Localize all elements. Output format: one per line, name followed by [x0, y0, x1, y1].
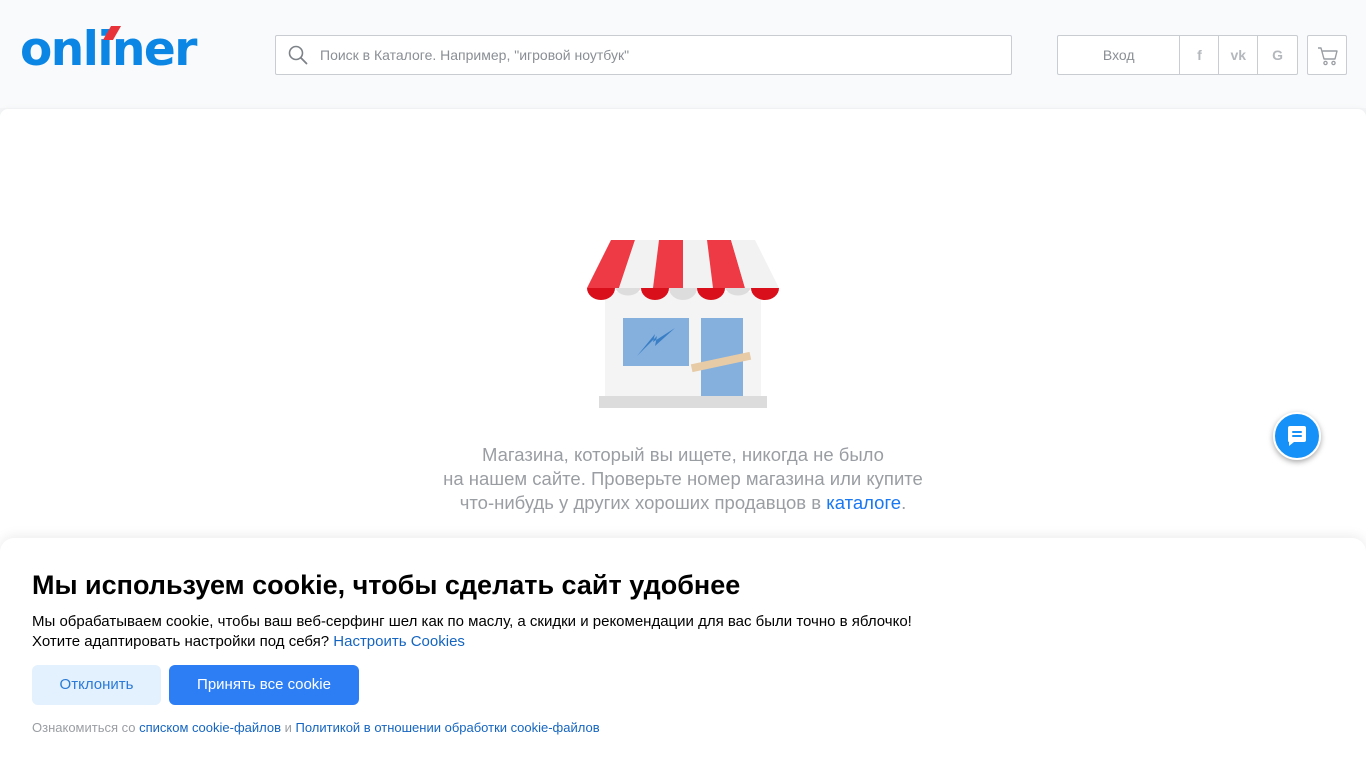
message-line-3: что-нибудь у других хороших продавцов в …: [383, 491, 983, 515]
cookie-banner: Мы используем cookie, чтобы сделать сайт…: [0, 538, 1366, 768]
search-bar[interactable]: [275, 35, 1012, 75]
cart-icon: [1318, 47, 1338, 66]
catalog-link[interactable]: каталоге: [826, 492, 901, 513]
message-line-2: на нашем сайте. Проверьте номер магазина…: [443, 468, 923, 489]
header: onliner Вход f vk G: [0, 0, 1366, 108]
cookie-footer-prefix: Ознакомиться со: [32, 720, 140, 735]
search-icon[interactable]: [288, 45, 308, 65]
cookie-settings-link[interactable]: Настроить Cookies: [333, 633, 465, 650]
chat-button[interactable]: [1273, 412, 1321, 460]
cookie-text-prefix: Хотите адаптировать настройки под себя?: [32, 633, 334, 650]
login-button[interactable]: Вход: [1058, 36, 1181, 74]
search-input[interactable]: [320, 36, 1000, 74]
message-line-3-text: что-нибудь у других хороших продавцов в: [459, 492, 827, 513]
cart-button[interactable]: [1307, 35, 1347, 75]
google-icon[interactable]: G: [1258, 36, 1297, 74]
message-line-1: Магазина, который вы ищете, никогда не б…: [482, 444, 884, 465]
onliner-logo[interactable]: onliner: [20, 26, 202, 74]
facebook-icon[interactable]: f: [1180, 36, 1220, 74]
cookie-list-link[interactable]: списком cookie-файлов: [139, 720, 281, 735]
cookie-text: Мы обрабатываем cookie, чтобы ваш веб-се…: [32, 612, 1032, 652]
cookie-title: Мы используем cookie, чтобы сделать сайт…: [32, 570, 741, 600]
cookie-text-line-2: Хотите адаптировать настройки под себя? …: [32, 632, 1032, 652]
message-suffix: .: [901, 492, 907, 513]
cookie-footer: Ознакомиться со списком cookie-файлов и …: [32, 720, 600, 735]
cookie-text-line-1: Мы обрабатываем cookie, чтобы ваш веб-се…: [32, 613, 912, 630]
cookie-policy-link[interactable]: Политикой в отношении обработки cookie-ф…: [296, 720, 600, 735]
decline-button[interactable]: Отклонить: [32, 665, 161, 705]
chat-icon: [1288, 426, 1306, 446]
vk-icon[interactable]: vk: [1219, 36, 1259, 74]
shop-illustration: [587, 240, 779, 408]
not-found-message: Магазина, который вы ищете, никогда не б…: [383, 443, 983, 515]
auth-panel: Вход f vk G: [1057, 35, 1298, 75]
accept-all-button[interactable]: Принять все cookie: [169, 665, 359, 705]
cookie-footer-and: и: [281, 720, 296, 735]
